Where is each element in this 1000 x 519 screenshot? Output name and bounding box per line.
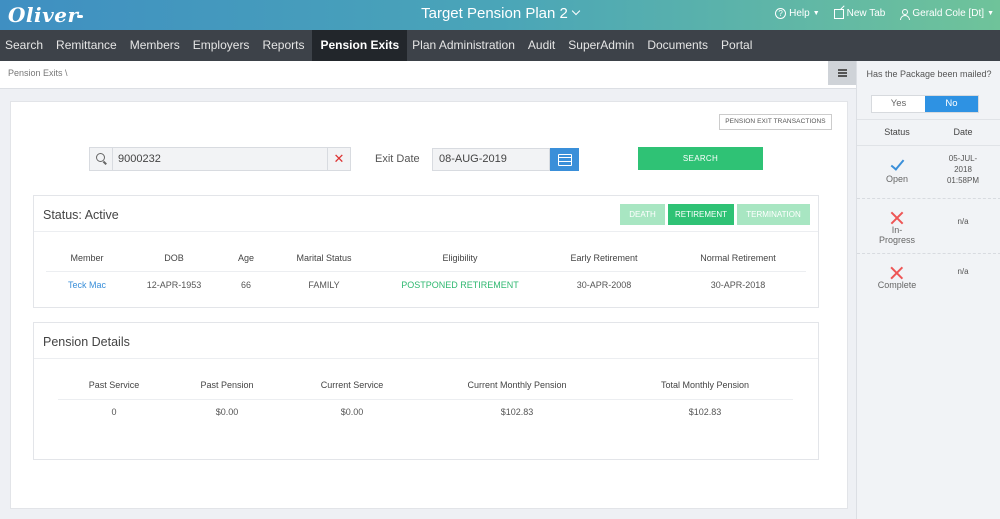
nav-members[interactable]: Members <box>125 30 188 61</box>
col-marital-status: Marital Status <box>296 253 352 263</box>
current-monthly-pension-value: $102.83 <box>500 407 534 417</box>
pension-exit-transactions-button[interactable]: PENSION EXIT TRANSACTIONS <box>719 114 832 130</box>
col-total-monthly-pension: Total Monthly Pension <box>660 380 750 390</box>
pension-details-card: Pension Details Past Service Past Pensio… <box>33 322 819 460</box>
caret-down-icon: ▼ <box>987 10 994 17</box>
chevron-down-icon <box>571 6 581 16</box>
status-column-header: Status <box>884 127 910 137</box>
breadcrumb-bar: Pension Exits \ <box>0 61 856 89</box>
member-dob: 12-APR-1953 <box>146 280 202 290</box>
col-current-monthly-pension: Current Monthly Pension <box>467 380 567 390</box>
side-panel-toggle-button[interactable] <box>828 61 856 85</box>
status-complete: Complete <box>878 266 917 290</box>
external-link-icon <box>833 8 844 19</box>
status-in-progress-date: n/a <box>957 217 969 226</box>
member-eligibility: POSTPONED RETIREMENT <box>401 280 519 290</box>
menu-icon <box>838 69 847 71</box>
status-complete-date: n/a <box>957 267 969 276</box>
past-pension-value: $0.00 <box>215 407 239 417</box>
package-mailed-question: Has the Package been mailed? <box>866 69 992 79</box>
member-normal-retirement: 30-APR-2018 <box>710 280 766 290</box>
nav-superadmin[interactable]: SuperAdmin <box>563 30 642 61</box>
nav-documents[interactable]: Documents <box>642 30 716 61</box>
exit-date-input[interactable]: 08-AUG-2019 <box>432 148 550 171</box>
package-status-panel: Has the Package been mailed? Yes No Stat… <box>856 61 1000 519</box>
nav-remittance[interactable]: Remittance <box>51 30 125 61</box>
member-early-retirement: 30-APR-2008 <box>576 280 632 290</box>
search-button[interactable]: SEARCH <box>638 147 763 170</box>
package-mailed-toggle: Yes No <box>871 95 979 113</box>
nav-portal[interactable]: Portal <box>716 30 760 61</box>
mailed-no-button[interactable]: No <box>925 96 978 112</box>
col-dob: DOB <box>164 253 184 263</box>
x-icon <box>890 211 904 225</box>
check-icon <box>889 157 905 171</box>
exit-date-label: Exit Date <box>375 153 420 165</box>
past-service-value: 0 <box>111 407 117 417</box>
status-card: Status: Active DEATH RETIREMENT TERMINAT… <box>33 195 819 308</box>
col-eligibility: Eligibility <box>442 253 478 263</box>
nav-pension-exits[interactable]: Pension Exits <box>312 30 408 61</box>
clear-search-button[interactable]: ✕ <box>327 148 350 170</box>
mailed-yes-button[interactable]: Yes <box>872 96 925 112</box>
x-icon <box>890 266 904 280</box>
user-menu[interactable]: Gerald Cole [Dt] ▼ <box>899 8 994 20</box>
member-name-link[interactable]: Teck Mac <box>68 280 106 290</box>
main-nav: Search Remittance Members Employers Repo… <box>0 30 1000 61</box>
caret-down-icon: ▼ <box>812 10 820 17</box>
calendar-icon[interactable] <box>550 148 579 171</box>
help-icon: ? <box>775 8 787 19</box>
main-panel: PENSION EXIT TRANSACTIONS ✕ Exit Date 08… <box>10 101 848 509</box>
col-past-pension: Past Pension <box>200 380 254 390</box>
breadcrumb[interactable]: Pension Exits \ <box>8 68 68 78</box>
total-monthly-pension-value: $102.83 <box>688 407 722 417</box>
col-early-retirement: Early Retirement <box>570 253 638 263</box>
nav-search[interactable]: Search <box>0 30 51 61</box>
pension-table: Past Service Past Pension Current Servic… <box>34 323 820 461</box>
member-search-input[interactable] <box>114 148 328 170</box>
status-in-progress: In-Progress <box>877 211 917 245</box>
search-icon <box>90 148 113 170</box>
col-current-service: Current Service <box>320 380 384 390</box>
plan-title: Target Pension Plan 2 <box>421 5 568 22</box>
member-search: ✕ <box>89 147 351 171</box>
status-open-date: 05-JUL-2018 01:58PM <box>946 154 980 185</box>
col-member: Member <box>70 253 104 263</box>
col-past-service: Past Service <box>88 380 140 390</box>
nav-audit[interactable]: Audit <box>523 30 563 61</box>
user-icon <box>899 8 911 20</box>
member-age: 66 <box>240 280 252 290</box>
new-tab-link[interactable]: New Tab <box>833 8 885 19</box>
nav-reports[interactable]: Reports <box>257 30 312 61</box>
member-marital-status: FAMILY <box>308 280 340 290</box>
status-open: Open <box>886 157 908 184</box>
col-age: Age <box>237 253 255 263</box>
member-table: Member DOB Age Marital Status Eligibilit… <box>34 196 820 309</box>
nav-employers[interactable]: Employers <box>188 30 258 61</box>
date-column-header: Date <box>953 127 973 137</box>
current-service-value: $0.00 <box>340 407 364 417</box>
nav-plan-administration[interactable]: Plan Administration <box>407 30 523 61</box>
top-header: Oliver Target Pension Plan 2 ? Help ▼ Ne… <box>0 0 1000 30</box>
help-menu[interactable]: ? Help ▼ <box>775 8 820 19</box>
col-normal-retirement: Normal Retirement <box>700 253 776 263</box>
